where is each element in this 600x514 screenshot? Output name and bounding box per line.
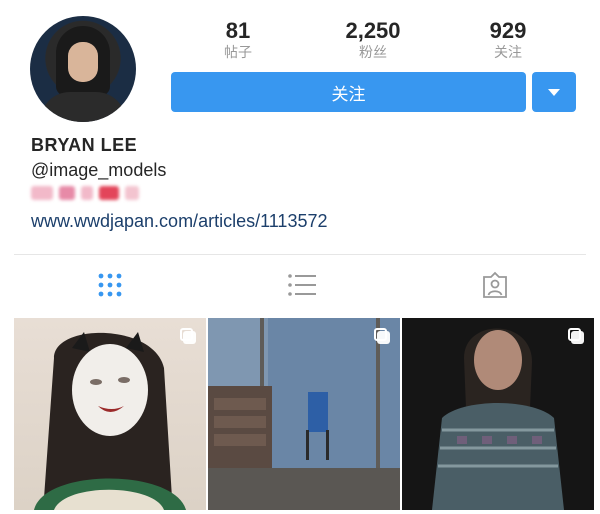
stat-following-label: 关注 (494, 44, 522, 60)
tab-grid[interactable] (95, 270, 125, 300)
post-thumbnail[interactable] (14, 318, 206, 510)
stat-followers-label: 粉丝 (359, 44, 387, 60)
post-photo-blue-wall (208, 318, 400, 510)
chevron-down-icon (548, 88, 560, 96)
stat-posts-value: 81 (225, 18, 251, 43)
tagged-person-icon (483, 271, 507, 298)
profile-handle: @image_models (31, 160, 167, 180)
stat-followers-value: 2,250 (345, 18, 401, 43)
list-icon (288, 274, 316, 296)
tab-list[interactable] (287, 270, 317, 300)
profile-name: BRYAN LEE (31, 135, 138, 155)
multi-photo-icon (180, 328, 196, 344)
section-divider (14, 254, 586, 255)
blurred-bio-line (31, 186, 139, 204)
multi-photo-icon (374, 328, 390, 344)
stat-followers[interactable]: 2,250 粉丝 (318, 18, 428, 60)
post-photo-sweater (402, 318, 594, 510)
stat-following-value: 929 (489, 18, 527, 43)
multi-photo-icon (568, 328, 584, 344)
profile-avatar[interactable] (30, 16, 136, 122)
grid-icon (98, 273, 122, 297)
stat-following[interactable]: 929 关注 (453, 18, 563, 60)
post-thumbnail[interactable] (402, 318, 594, 510)
suggestions-dropdown-button[interactable] (532, 72, 576, 112)
post-grid (14, 318, 594, 514)
post-thumbnail[interactable] (208, 318, 400, 510)
avatar-shirt (40, 92, 126, 122)
follow-button[interactable]: 关注 (171, 72, 526, 112)
profile-website-link[interactable]: www.wwdjapan.com/articles/1113572 (31, 211, 327, 232)
post-photo-face-mask (34, 332, 186, 510)
stat-posts[interactable]: 81 帖子 (183, 18, 293, 60)
stat-posts-label: 帖子 (224, 44, 252, 60)
avatar-face (68, 42, 98, 82)
tab-tagged[interactable] (480, 270, 510, 300)
